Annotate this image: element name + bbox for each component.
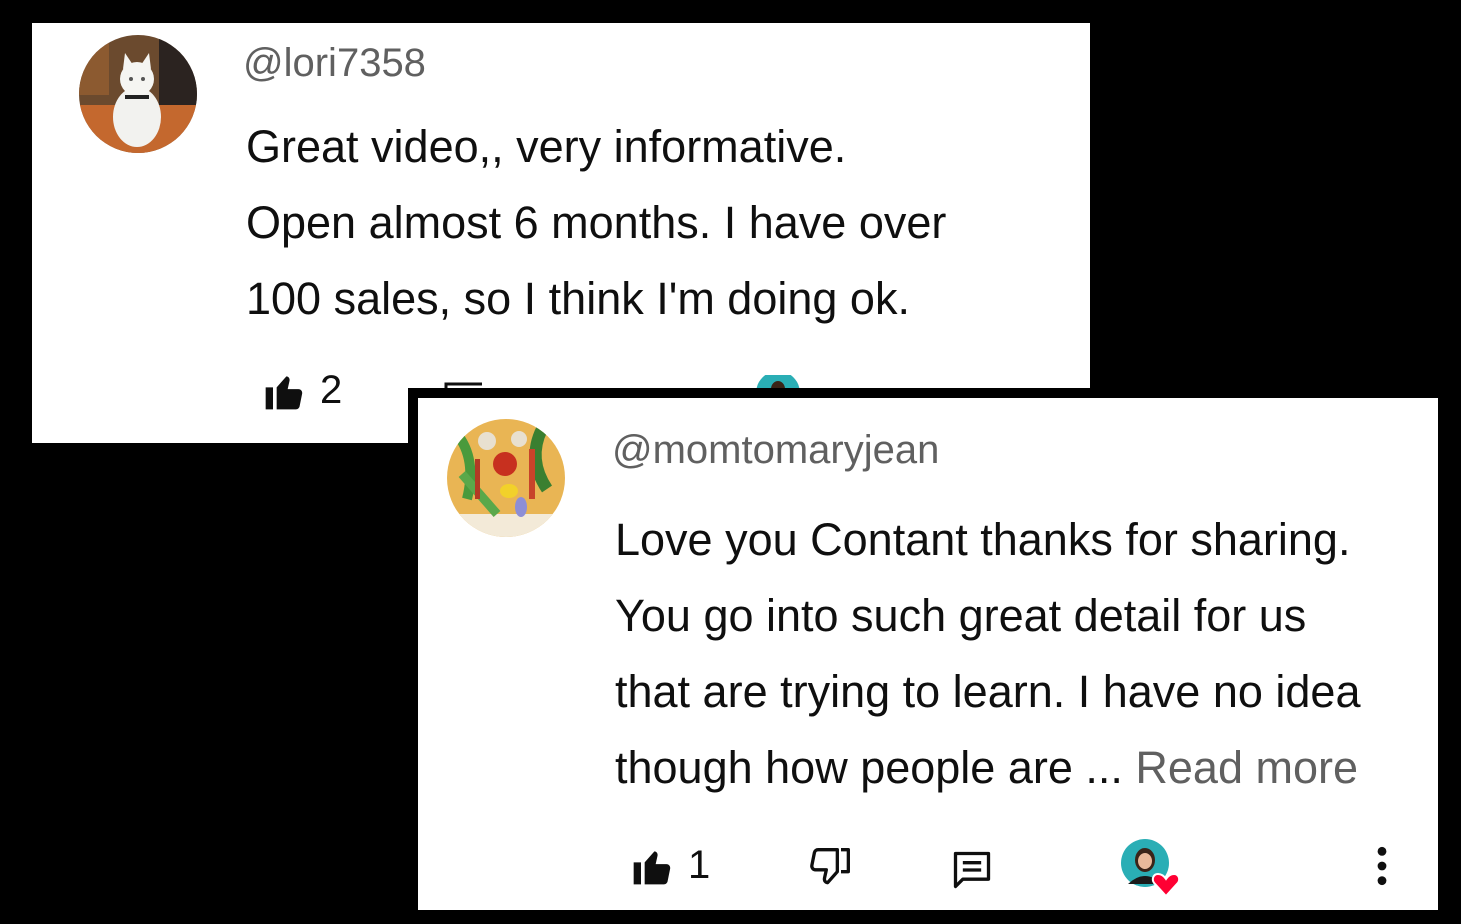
- creator-avatar-icon: [1121, 839, 1181, 898]
- vegetables-avatar-icon: [447, 419, 565, 537]
- comment-line: Love you Contant thanks for sharing.: [615, 514, 1351, 565]
- comment-card: @lori7358 Great video,, very informative…: [32, 23, 1090, 443]
- comment-text: Great video,, very informative. Open alm…: [246, 109, 1066, 337]
- thumbs-down-icon: [810, 848, 850, 885]
- comment-line: Great video,, very informative.: [246, 121, 847, 172]
- comment-author[interactable]: @momtomaryjean: [612, 428, 939, 473]
- comment-line: 100 sales, so I think I'm doing ok.: [246, 273, 910, 324]
- reply-button[interactable]: [950, 848, 994, 892]
- heart-icon: [1151, 872, 1181, 898]
- creator-heart: [1120, 838, 1182, 898]
- comment-author[interactable]: @lori7358: [243, 41, 426, 86]
- like-button[interactable]: 1: [630, 843, 710, 888]
- author-avatar[interactable]: [79, 35, 197, 153]
- author-avatar[interactable]: [447, 419, 565, 537]
- like-count: 1: [688, 843, 711, 887]
- like-count: 2: [320, 368, 343, 412]
- white-cat-avatar-icon: [79, 35, 197, 153]
- more-vertical-icon: [1377, 846, 1387, 886]
- read-more-link[interactable]: Read more: [1135, 742, 1358, 793]
- comment-actions: 2: [262, 368, 342, 413]
- thumbs-up-icon: [633, 850, 671, 884]
- like-button[interactable]: 2: [262, 368, 342, 413]
- comment-line-text: though how people are ...: [615, 742, 1123, 793]
- thumbs-up-icon: [265, 375, 303, 409]
- comment-line: You go into such great detail for us: [615, 590, 1307, 641]
- more-options-button[interactable]: [1372, 844, 1392, 888]
- comment-line: that are trying to learn. I have no idea: [615, 666, 1361, 717]
- comment-card: @momtomaryjean Love you Contant thanks f…: [408, 388, 1438, 910]
- comment-text: Love you Contant thanks for sharing. You…: [615, 502, 1445, 806]
- comment-actions: 1: [630, 838, 1400, 898]
- comment-line: though how people are ... Read more: [615, 730, 1445, 806]
- reply-icon: [953, 851, 991, 889]
- dislike-button[interactable]: [808, 846, 852, 890]
- comment-line: Open almost 6 months. I have over: [246, 197, 947, 248]
